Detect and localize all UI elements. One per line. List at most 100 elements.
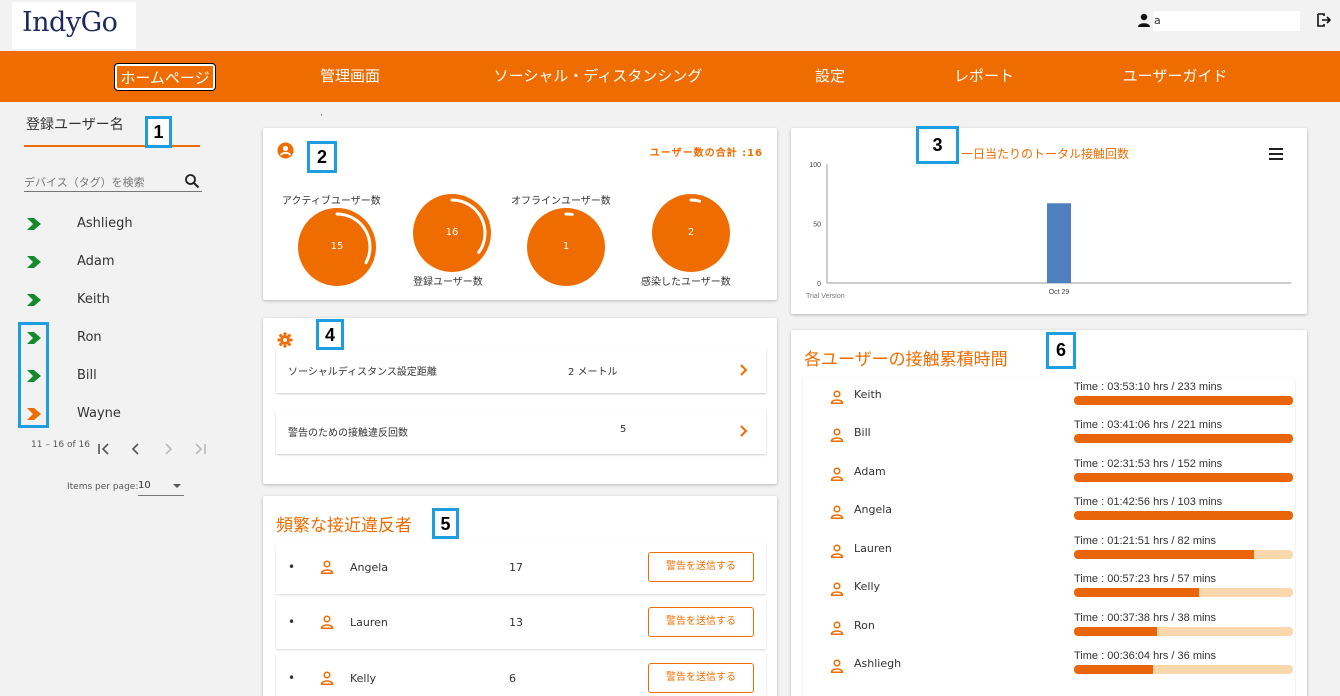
setting-value: 2 メートル xyxy=(568,367,618,378)
progress-fill xyxy=(1074,473,1293,482)
user-name[interactable]: a xyxy=(1153,11,1300,31)
contact-progress-bar xyxy=(1074,396,1293,405)
next-page-icon[interactable] xyxy=(160,441,176,457)
contact-progress-bar xyxy=(1074,665,1293,674)
send-warning-button[interactable]: 警告を送信する xyxy=(648,663,754,693)
person-outline-icon xyxy=(830,582,844,596)
contact-time: Time : 00:37:38 hrs / 38 mins xyxy=(1074,612,1217,624)
caret-down-icon xyxy=(173,484,181,488)
violator-name: Angela xyxy=(350,561,389,574)
callout-6: 6 xyxy=(1046,332,1076,369)
contact-time: Time : 02:31:53 hrs / 152 mins xyxy=(1074,458,1223,470)
contact-time: Time : 00:57:23 hrs / 57 mins xyxy=(1074,573,1217,585)
contact-row: Ron Time : 00:37:38 hrs / 38 mins xyxy=(803,608,1293,646)
violation-count: 6 xyxy=(509,672,516,685)
top-bar: IndyGo a xyxy=(0,0,1340,51)
items-per-page-select[interactable]: 10 xyxy=(138,478,184,496)
contact-time: Time : 01:42:56 hrs / 103 mins xyxy=(1074,496,1223,508)
progress-fill xyxy=(1074,550,1254,559)
bullet: • xyxy=(288,615,296,629)
contact-name: Bill xyxy=(854,426,871,439)
contact-row: Adam Time : 02:31:53 hrs / 152 mins xyxy=(803,454,1293,492)
y-tick-label: 0 xyxy=(817,281,821,288)
device-name: Wayne xyxy=(77,406,121,421)
active-chevron-icon xyxy=(27,256,41,268)
active-chevron-icon xyxy=(27,294,41,306)
device-name: Adam xyxy=(77,254,115,269)
setting-row-distance[interactable]: ソーシャルディスタンス設定距離 2 メートル xyxy=(276,349,766,393)
search-icon[interactable] xyxy=(184,173,200,189)
items-per-page-label: Items per page: xyxy=(67,482,139,492)
contact-progress-bar xyxy=(1074,511,1293,520)
contact-time: Time : 01:21:51 hrs / 82 mins xyxy=(1074,535,1217,547)
violation-count: 17 xyxy=(509,561,523,574)
person-outline-icon xyxy=(320,671,334,685)
progress-fill xyxy=(1074,434,1293,443)
contact-progress-bar xyxy=(1074,550,1293,559)
violator-row: • Angela 17 警告を送信する xyxy=(276,542,766,594)
logo-text: IndyGo xyxy=(22,7,118,38)
progress-fill xyxy=(1074,627,1158,636)
device-item[interactable]: Ashliegh xyxy=(0,205,240,243)
callout-1: 1 xyxy=(145,116,172,148)
person-outline-icon xyxy=(830,390,844,404)
setting-label: ソーシャルディスタンス設定距離 xyxy=(288,367,437,378)
logo[interactable]: IndyGo xyxy=(12,2,136,49)
first-page-icon[interactable] xyxy=(96,441,112,457)
daily-contacts-card: 一日当たりのトータル接触回数 100 50 0 Oct 29 Trial Version xyxy=(791,128,1307,314)
logout-icon[interactable] xyxy=(1316,12,1332,28)
device-item[interactable]: Keith xyxy=(0,281,240,319)
nav-admin[interactable]: 管理画面 xyxy=(300,64,400,90)
chevron-right-icon xyxy=(740,425,748,437)
setting-row-violations[interactable]: 警告のための接触違反回数 5 xyxy=(276,410,766,454)
nav-settings[interactable]: 設定 xyxy=(800,64,860,90)
violator-row: • Kelly 6 警告を送信する xyxy=(276,653,766,696)
nav-home[interactable]: ホームページ xyxy=(114,63,216,91)
person-outline-icon xyxy=(830,428,844,442)
circle-label: 感染したユーザー数 xyxy=(641,277,731,288)
person-outline-icon xyxy=(830,621,844,635)
person-outline-icon xyxy=(830,467,844,481)
prev-page-icon[interactable] xyxy=(128,441,144,457)
chevron-right-icon xyxy=(740,364,748,376)
violators-title: 頻繁な接近違反者 xyxy=(276,516,412,536)
device-name: Bill xyxy=(77,368,97,383)
active-users-circle: 15 xyxy=(298,208,376,286)
account-circle-icon xyxy=(277,142,294,159)
circle-label: オフラインユーザー数 xyxy=(511,196,611,207)
progress-fill xyxy=(1074,511,1293,520)
send-warning-button[interactable]: 警告を送信する xyxy=(648,552,754,582)
violator-row: • Lauren 13 警告を送信する xyxy=(276,597,766,649)
highlight-box xyxy=(18,322,49,428)
contact-time: Time : 00:36:04 hrs / 36 mins xyxy=(1074,650,1217,662)
contact-time: Time : 03:41:06 hrs / 221 mins xyxy=(1074,419,1223,431)
registered-users-circle: 16 xyxy=(413,194,491,272)
callout-2: 2 xyxy=(307,141,337,173)
contact-row: Angela Time : 01:42:56 hrs / 103 mins xyxy=(803,492,1293,530)
device-name: Ron xyxy=(77,330,102,345)
nav-social-distancing[interactable]: ソーシャル・ディスタンシング xyxy=(478,64,718,90)
bullet: • xyxy=(288,560,296,574)
progress-fill xyxy=(1074,665,1153,674)
contact-name: Keith xyxy=(854,388,882,401)
offline-users-circle: 1 xyxy=(527,208,605,286)
contact-name: Lauren xyxy=(854,542,892,555)
send-warning-button[interactable]: 警告を送信する xyxy=(648,607,754,637)
person-outline-icon xyxy=(320,615,334,629)
chart-bar xyxy=(1047,203,1071,283)
nav-reports[interactable]: レポート xyxy=(944,64,1024,90)
violation-count: 13 xyxy=(509,616,523,629)
nav-user-guide[interactable]: ユーザーガイド xyxy=(1110,64,1240,90)
device-search-input[interactable] xyxy=(24,176,174,189)
contact-row: Keith Time : 03:53:10 hrs / 233 mins xyxy=(803,377,1293,415)
circle-label: アクティブユーザー数 xyxy=(282,196,381,207)
last-page-icon[interactable] xyxy=(192,441,208,457)
contact-name: Ron xyxy=(854,619,875,632)
contact-time-list: Keith Time : 03:53:10 hrs / 233 mins Bil… xyxy=(803,377,1295,696)
device-item[interactable]: Adam xyxy=(0,243,240,281)
violator-name: Kelly xyxy=(350,672,377,685)
person-outline-icon xyxy=(830,659,844,673)
main-nav: ホームページ 管理画面 ソーシャル・ディスタンシング 設定 レポート ユーザーガ… xyxy=(0,51,1340,102)
setting-label: 警告のための接触違反回数 xyxy=(288,428,408,439)
progress-fill xyxy=(1074,396,1293,405)
